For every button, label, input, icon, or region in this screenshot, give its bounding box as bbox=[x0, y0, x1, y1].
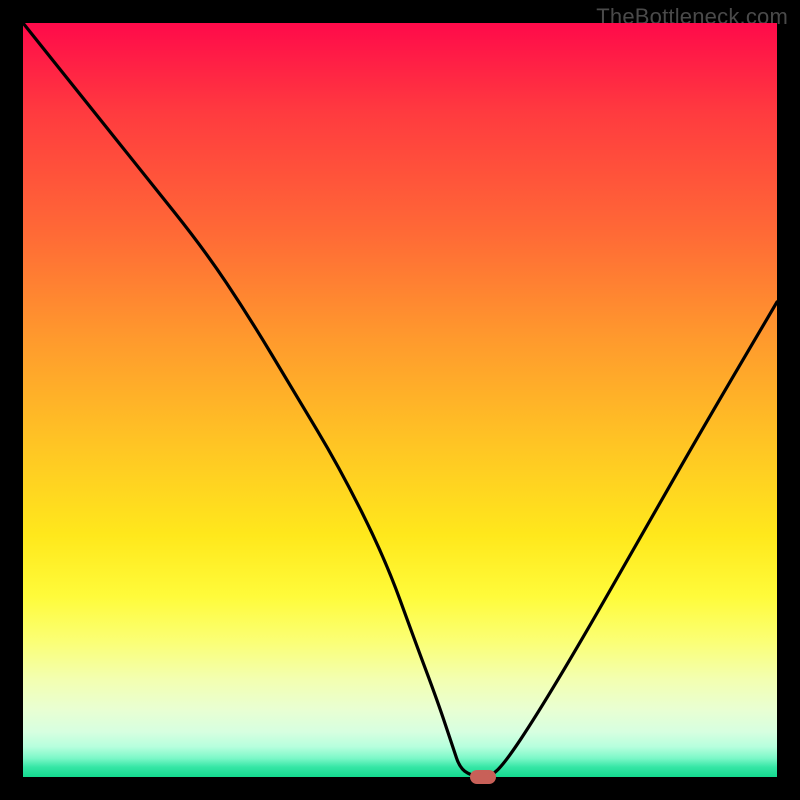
bottleneck-curve bbox=[23, 23, 777, 777]
min-marker bbox=[470, 770, 496, 784]
chart-container: TheBottleneck.com bbox=[0, 0, 800, 800]
plot-area bbox=[23, 23, 777, 777]
